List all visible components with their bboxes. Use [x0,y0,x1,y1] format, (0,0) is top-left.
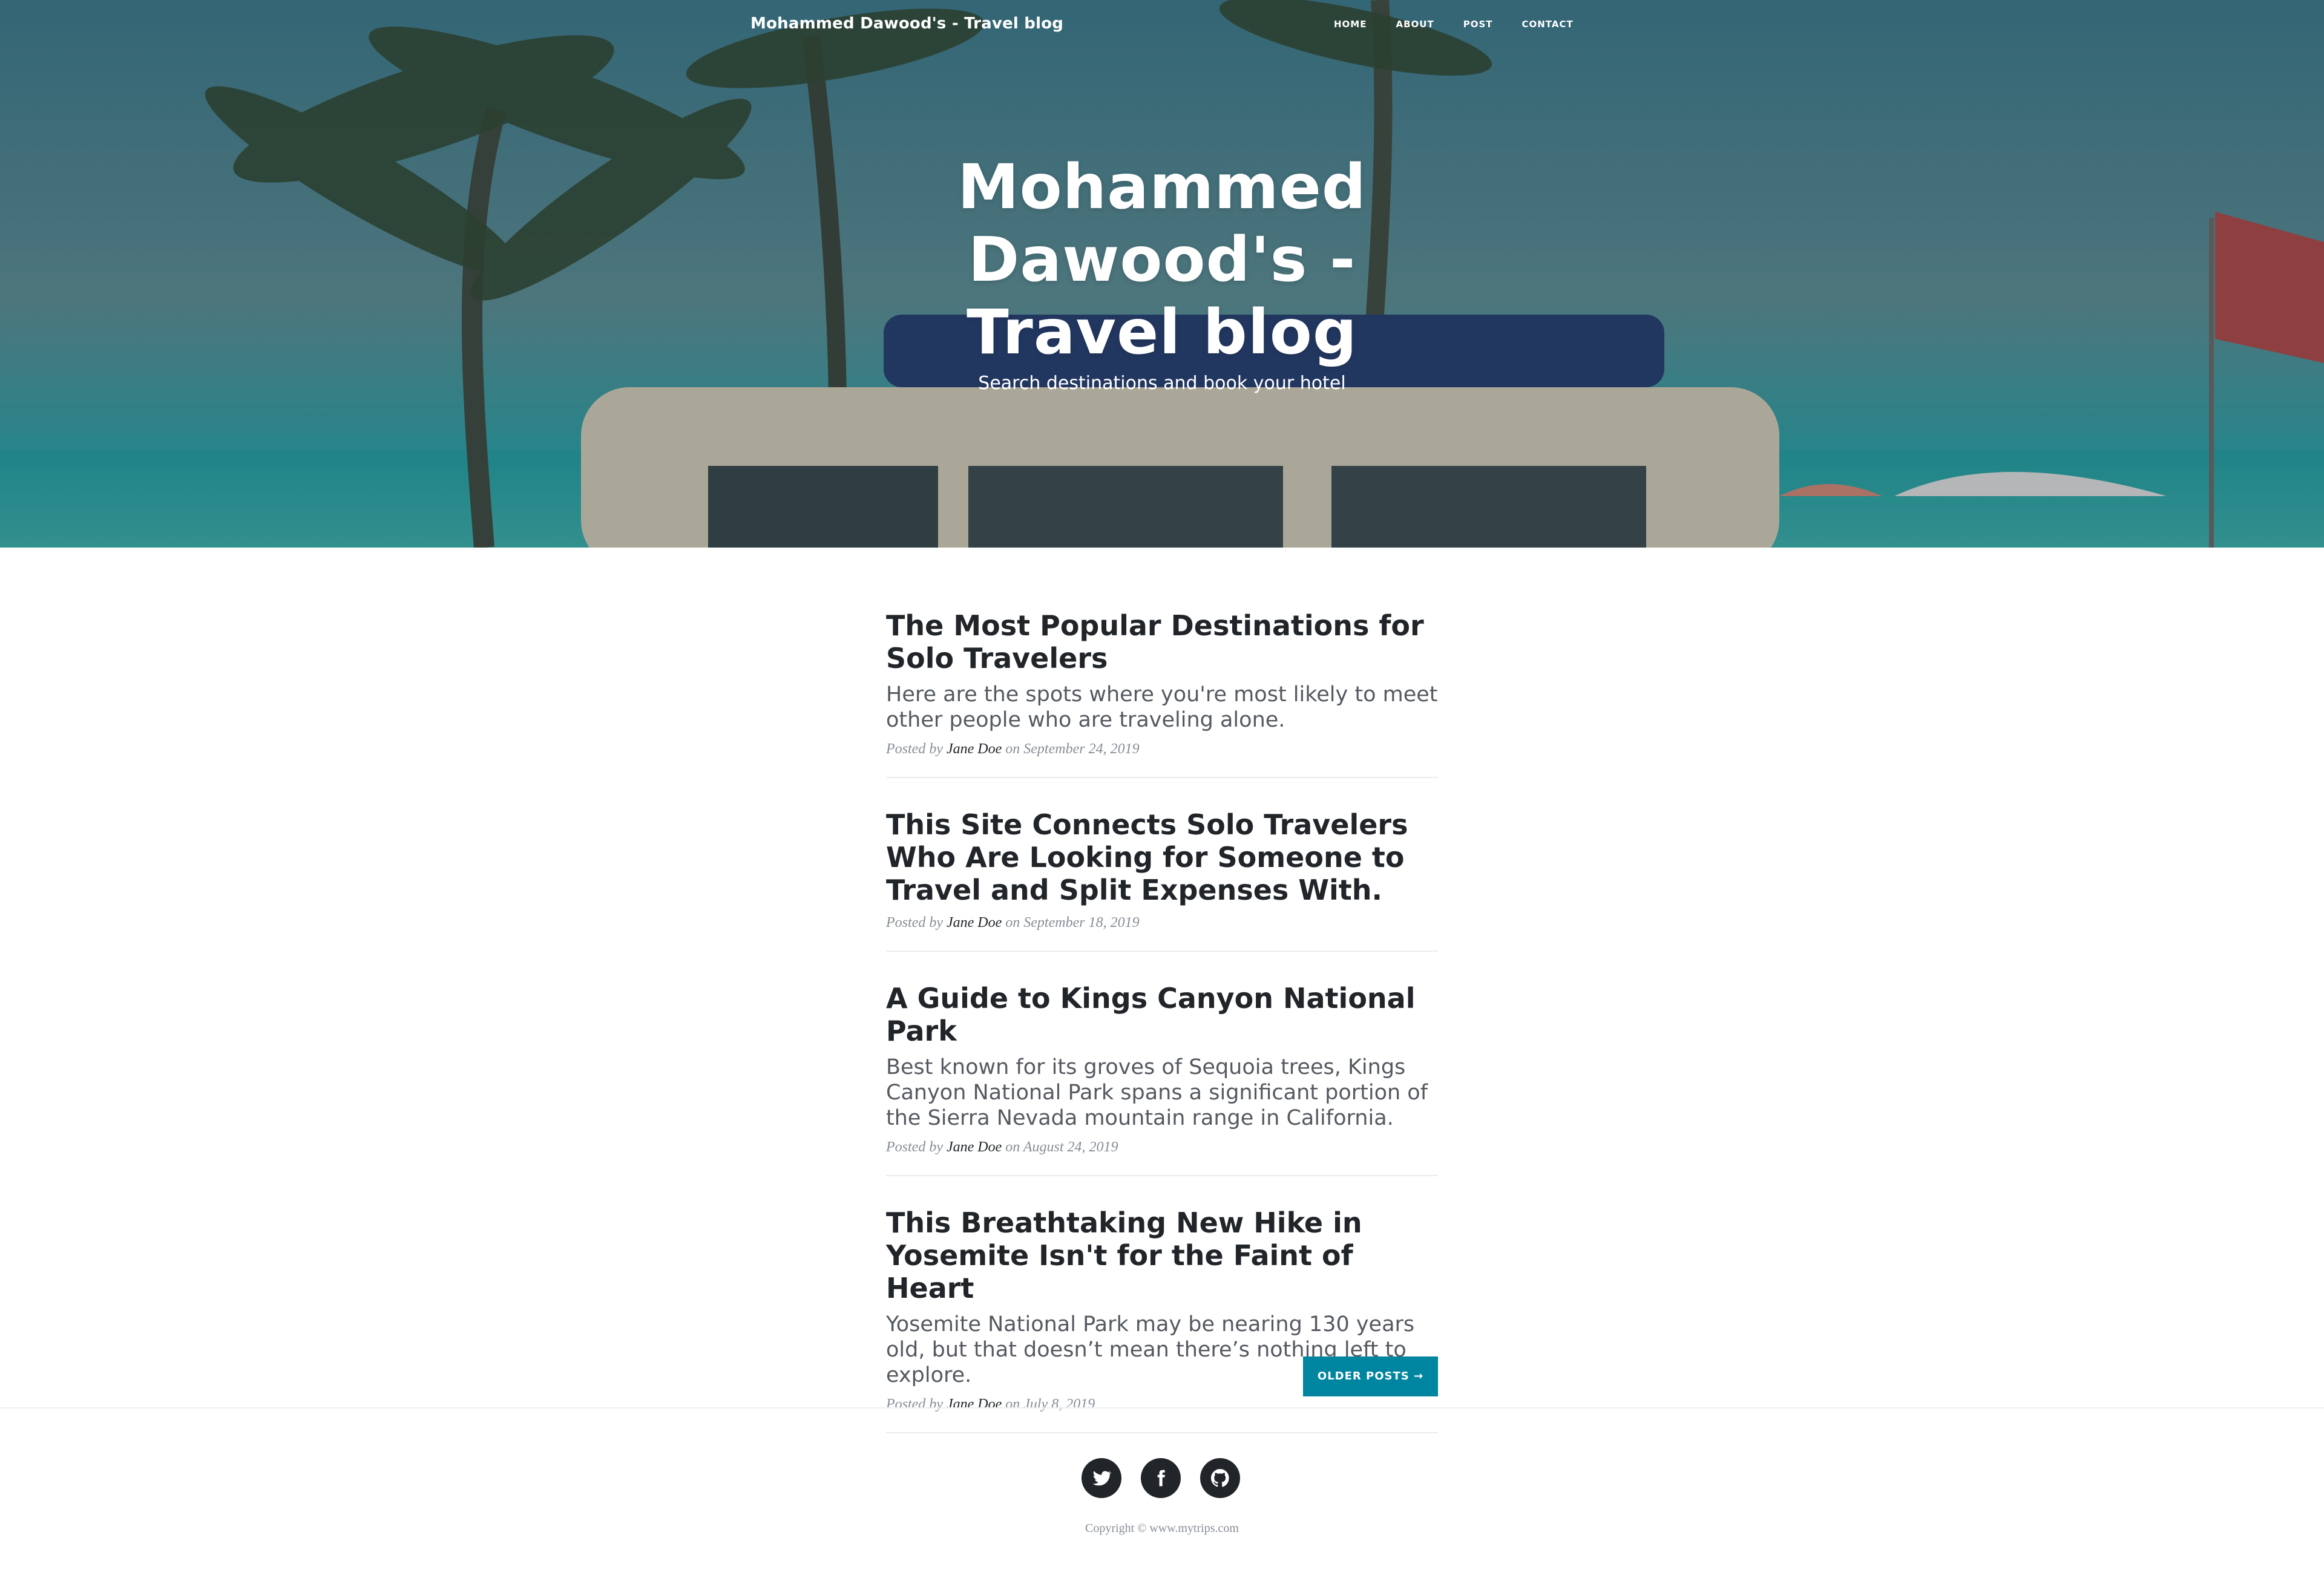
main-navbar: Mohammed Dawood's - Travel blog HOME ABO… [0,0,2324,51]
hero-title: Mohammed Dawood's - Travel blog [957,151,1367,368]
post-author-link[interactable]: Jane Doe [947,741,1002,757]
post-subtitle[interactable]: Here are the spots where you're most lik… [886,682,1438,733]
hero-subtitle: Search destinations and book your hotel [978,373,1346,394]
post-title-link[interactable]: A Guide to Kings Canyon National Park [886,982,1438,1047]
post-meta: Posted by Jane Doe on September 24, 2019 [886,741,1438,758]
post-title-link[interactable]: The Most Popular Destinations for Solo T… [886,609,1438,675]
post-meta: Posted by Jane Doe on July 8, 2019 [886,1396,1438,1413]
post-meta-prefix: Posted by [886,1139,943,1155]
nav-links: HOME ABOUT POST CONTACT [1319,19,1588,30]
nav-link-home[interactable]: HOME [1319,19,1381,30]
post-preview: The Most Popular Destinations for Solo T… [886,602,1438,778]
post-list: The Most Popular Destinations for Solo T… [886,602,1438,1456]
pager: OLDER POSTS → [1303,1356,1438,1396]
nav-link-about[interactable]: ABOUT [1381,19,1448,30]
nav-link-contact[interactable]: CONTACT [1507,19,1587,30]
post-date: on September 18, 2019 [1005,915,1140,931]
post-preview: This Site Connects Solo Travelers Who Ar… [886,801,1438,952]
navbar-brand[interactable]: Mohammed Dawood's - Travel blog [750,15,1063,33]
masthead: Mohammed Dawood's - Travel blog HOME ABO… [0,0,2324,548]
post-author-link[interactable]: Jane Doe [947,1139,1002,1155]
post-meta-prefix: Posted by [886,741,943,757]
post-author-link[interactable]: Jane Doe [947,1396,1002,1412]
post-title-link[interactable]: This Breathtaking New Hike in Yosemite I… [886,1206,1438,1304]
social-links [1082,1458,1240,1498]
github-icon[interactable] [1200,1458,1240,1498]
post-preview: A Guide to Kings Canyon National Park Be… [886,975,1438,1176]
hero-heading: Mohammed Dawood's - Travel blog Search d… [872,151,1452,394]
twitter-icon[interactable] [1082,1458,1121,1498]
post-author-link[interactable]: Jane Doe [947,915,1002,931]
post-date: on July 8, 2019 [1005,1396,1095,1412]
post-date: on August 24, 2019 [1005,1139,1118,1155]
facebook-icon[interactable] [1141,1458,1181,1498]
post-title-link[interactable]: This Site Connects Solo Travelers Who Ar… [886,808,1438,906]
post-meta-prefix: Posted by [886,1396,943,1412]
post-meta: Posted by Jane Doe on September 18, 2019 [886,915,1438,931]
post-date: on September 24, 2019 [1005,741,1140,757]
post-preview: This Breathtaking New Hike in Yosemite I… [886,1199,1438,1433]
copyright-text: Copyright © www.mytrips.com [1085,1522,1239,1535]
post-meta: Posted by Jane Doe on August 24, 2019 [886,1139,1438,1156]
footer-divider [0,1407,2324,1409]
post-subtitle[interactable]: Best known for its groves of Sequoia tre… [886,1055,1438,1131]
nav-link-post[interactable]: POST [1449,19,1508,30]
older-posts-button[interactable]: OLDER POSTS → [1303,1356,1438,1396]
post-meta-prefix: Posted by [886,915,943,931]
